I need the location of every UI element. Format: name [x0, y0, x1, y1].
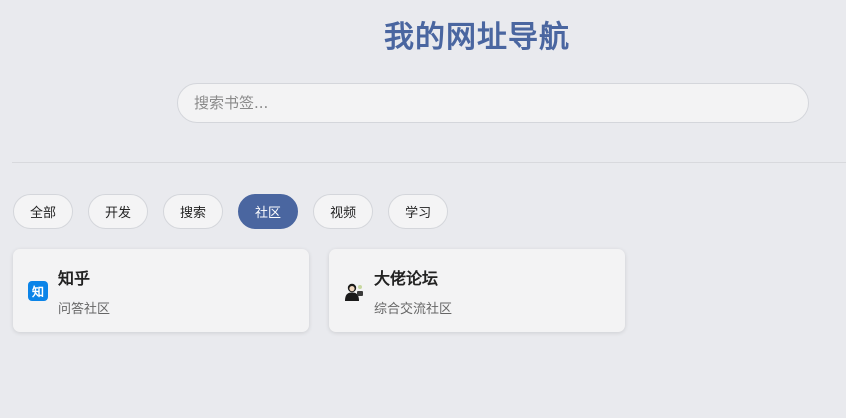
- bookmark-list: 知 知乎 问答社区 大佬论坛 综合交流社区: [13, 249, 625, 332]
- tab-learning[interactable]: 学习: [388, 194, 449, 229]
- divider: [12, 162, 846, 163]
- tab-video[interactable]: 视频: [313, 194, 374, 229]
- zhihu-logo-icon: 知: [28, 281, 48, 301]
- tab-search[interactable]: 搜索: [163, 194, 224, 229]
- category-tabs: 全部 开发 搜索 社区 视频 学习: [13, 194, 449, 229]
- page: 我的网址导航 全部 开发 搜索 社区 视频 学习 知 知乎 问答社区: [0, 0, 846, 418]
- bookmark-card-zhihu[interactable]: 知 知乎 问答社区: [13, 249, 309, 332]
- search-box[interactable]: [177, 83, 809, 123]
- bookmark-title: 知乎: [58, 269, 91, 288]
- bookmark-title: 大佬论坛: [374, 269, 439, 288]
- search-input[interactable]: [178, 84, 808, 122]
- bookmark-card-forum[interactable]: 大佬论坛 综合交流社区: [329, 249, 625, 332]
- tab-community[interactable]: 社区: [238, 194, 299, 229]
- page-title: 我的网址导航: [384, 20, 570, 55]
- tab-dev[interactable]: 开发: [88, 194, 149, 229]
- avatar-icon: [344, 281, 364, 301]
- tab-all[interactable]: 全部: [13, 194, 74, 229]
- bookmark-description: 综合交流社区: [374, 302, 453, 317]
- bookmark-description: 问答社区: [58, 302, 111, 317]
